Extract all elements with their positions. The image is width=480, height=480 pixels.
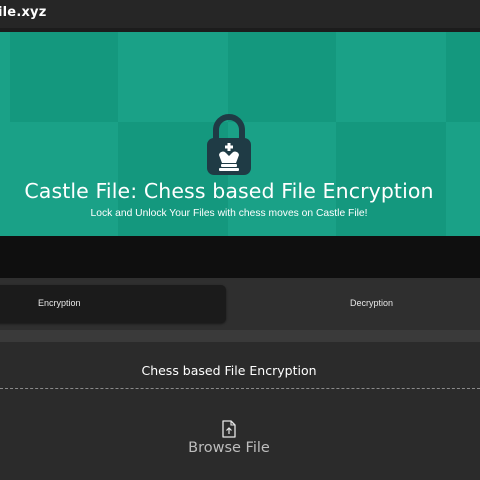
site-brand[interactable]: ile.xyz bbox=[0, 5, 47, 20]
encryption-panel: Chess based File Encryption Browse File bbox=[0, 342, 480, 480]
hero-bottom-band bbox=[0, 236, 480, 278]
panel-title: Chess based File Encryption bbox=[141, 363, 317, 378]
lock-with-chess-king-icon bbox=[207, 114, 251, 175]
top-bar: ile.xyz bbox=[0, 0, 480, 28]
tab-encryption-label: Encryption bbox=[38, 298, 81, 308]
tab-decryption[interactable]: Decryption bbox=[350, 298, 393, 308]
panel-divider bbox=[0, 388, 480, 389]
browse-file-button[interactable]: Browse File bbox=[0, 440, 458, 456]
file-upload-icon[interactable] bbox=[221, 420, 237, 438]
hero-banner: Castle File: Chess based File Encryption… bbox=[0, 32, 480, 236]
mode-tabs: Encryption Decryption bbox=[0, 278, 480, 330]
tab-encryption[interactable]: Encryption bbox=[0, 285, 226, 323]
section-gap bbox=[0, 330, 480, 342]
hero-title: Castle File: Chess based File Encryption bbox=[24, 179, 434, 203]
hero-subtitle: Lock and Unlock Your Files with chess mo… bbox=[90, 208, 368, 219]
